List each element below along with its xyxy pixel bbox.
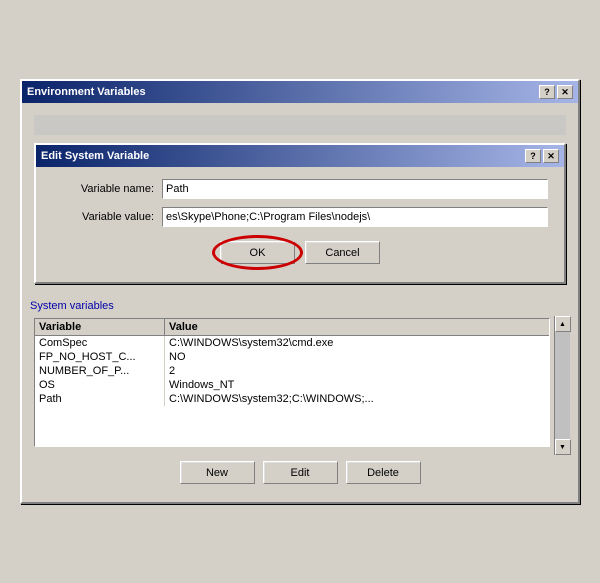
table-cell-variable: Path bbox=[35, 392, 165, 406]
variable-name-input[interactable] bbox=[162, 179, 548, 199]
scroll-down-button[interactable]: ▼ bbox=[555, 439, 571, 455]
outer-title-bar: Environment Variables ? ✕ bbox=[22, 81, 578, 103]
table-row[interactable]: ComSpecC:\WINDOWS\system32\cmd.exe bbox=[35, 336, 549, 350]
table-row[interactable]: FP_NO_HOST_C...NO bbox=[35, 350, 549, 364]
table-cell-variable: NUMBER_OF_P... bbox=[35, 364, 165, 378]
table-cell-value: Windows_NT bbox=[165, 378, 549, 392]
outer-window: Environment Variables ? ✕ Edit System Va… bbox=[20, 79, 580, 504]
system-variables-section: System variables Variable Value ComSpecC… bbox=[30, 296, 570, 494]
outer-title-controls: ? ✕ bbox=[539, 85, 573, 99]
system-variables-table-wrapper: Variable Value ComSpecC:\WINDOWS\system3… bbox=[30, 316, 570, 455]
table-cell-value: NO bbox=[165, 350, 549, 364]
table-cell-value: C:\WINDOWS\system32;C:\WINDOWS;... bbox=[165, 392, 549, 406]
outer-close-button[interactable]: ✕ bbox=[557, 85, 573, 99]
new-button[interactable]: New bbox=[180, 461, 255, 484]
table-cell-value: C:\WINDOWS\system32\cmd.exe bbox=[165, 336, 549, 350]
user-variables-placeholder bbox=[34, 115, 566, 135]
ok-button-wrapper: OK bbox=[220, 241, 295, 264]
inner-dialog-content: Variable name: Variable value: OK Cancel bbox=[36, 167, 564, 282]
table-body[interactable]: ComSpecC:\WINDOWS\system32\cmd.exeFP_NO_… bbox=[35, 336, 549, 446]
table-cell-variable: ComSpec bbox=[35, 336, 165, 350]
table-row[interactable]: PathC:\WINDOWS\system32;C:\WINDOWS;... bbox=[35, 392, 549, 406]
edit-system-variable-dialog: Edit System Variable ? ✕ Variable name: … bbox=[34, 143, 566, 284]
system-variables-buttons: New Edit Delete bbox=[30, 455, 570, 494]
scrollbar[interactable]: ▲ ▼ bbox=[554, 316, 570, 455]
variable-value-label: Variable value: bbox=[52, 211, 162, 223]
variable-name-label: Variable name: bbox=[52, 183, 162, 195]
system-variables-label: System variables bbox=[30, 296, 570, 312]
delete-button[interactable]: Delete bbox=[346, 461, 421, 484]
scroll-track bbox=[555, 332, 570, 439]
outer-window-title: Environment Variables bbox=[27, 86, 146, 98]
inner-title-bar: Edit System Variable ? ✕ bbox=[36, 145, 564, 167]
cancel-button[interactable]: Cancel bbox=[305, 241, 380, 264]
dialog-button-row: OK Cancel bbox=[52, 241, 548, 264]
column-header-value: Value bbox=[165, 319, 549, 335]
table-cell-variable: FP_NO_HOST_C... bbox=[35, 350, 165, 364]
outer-help-button[interactable]: ? bbox=[539, 85, 555, 99]
inner-title-controls: ? ✕ bbox=[525, 149, 559, 163]
system-variables-table: Variable Value ComSpecC:\WINDOWS\system3… bbox=[34, 318, 550, 447]
table-cell-value: 2 bbox=[165, 364, 549, 378]
inner-dialog-title: Edit System Variable bbox=[41, 150, 149, 162]
outer-window-content: Edit System Variable ? ✕ Variable name: … bbox=[22, 103, 578, 502]
column-header-variable: Variable bbox=[35, 319, 165, 335]
inner-close-button[interactable]: ✕ bbox=[543, 149, 559, 163]
variable-name-row: Variable name: bbox=[52, 179, 548, 199]
variable-value-input[interactable] bbox=[162, 207, 548, 227]
edit-button[interactable]: Edit bbox=[263, 461, 338, 484]
inner-help-button[interactable]: ? bbox=[525, 149, 541, 163]
table-row[interactable]: OSWindows_NT bbox=[35, 378, 549, 392]
table-header: Variable Value bbox=[35, 319, 549, 336]
ok-button[interactable]: OK bbox=[220, 241, 295, 264]
variable-value-row: Variable value: bbox=[52, 207, 548, 227]
table-row[interactable]: NUMBER_OF_P...2 bbox=[35, 364, 549, 378]
scroll-up-button[interactable]: ▲ bbox=[555, 316, 571, 332]
table-cell-variable: OS bbox=[35, 378, 165, 392]
